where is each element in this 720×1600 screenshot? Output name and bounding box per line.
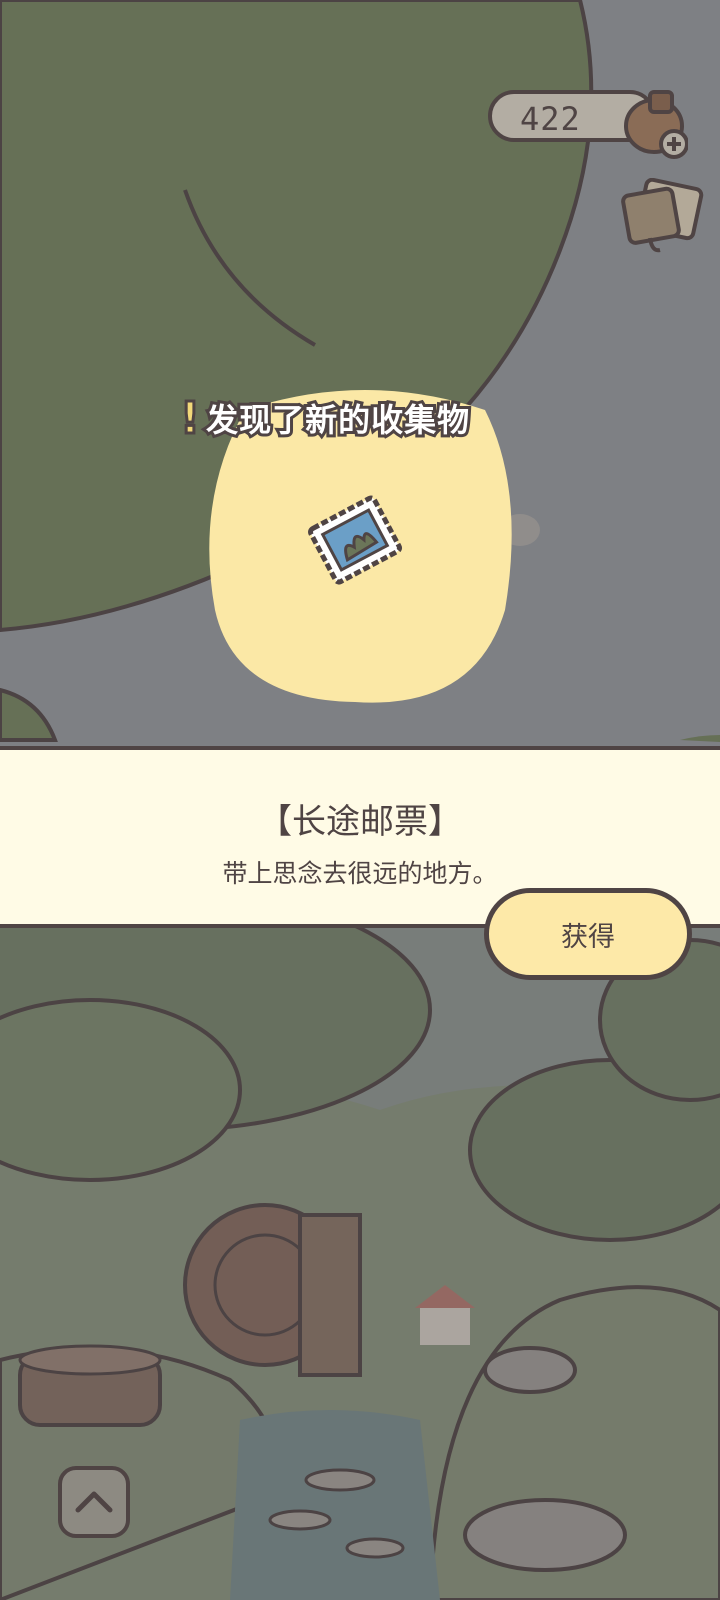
chevron-up-icon [75, 1491, 113, 1513]
clover-counter[interactable]: 422 [488, 86, 688, 162]
clover-pot-plus-icon[interactable] [624, 86, 688, 162]
get-button[interactable]: 获得 [484, 888, 692, 980]
clover-count: 422 [520, 100, 581, 138]
item-name: 【长途邮票】 [258, 802, 462, 842]
item-description: 带上思念去很远的地方。 [222, 859, 498, 888]
expand-menu-button[interactable] [58, 1466, 130, 1538]
new-collectible-banner: ! 发现了新的收集物 [178, 391, 472, 445]
exclamation-icon: ! [178, 391, 201, 445]
tickets-icon[interactable] [620, 178, 704, 258]
banner-text: 发现了新的收集物 [203, 398, 472, 442]
